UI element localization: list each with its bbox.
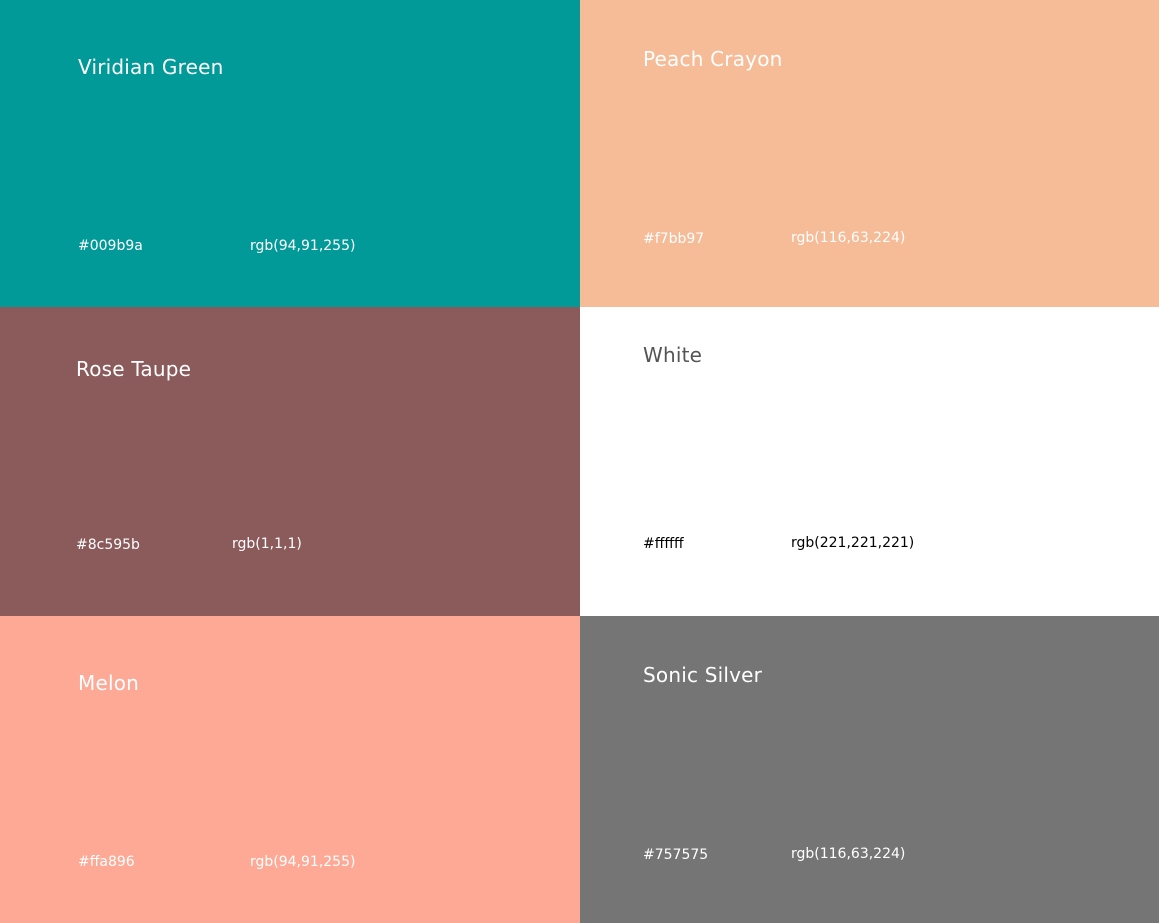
swatch-rgb: rgb(1,1,1) <box>232 536 302 552</box>
swatch-name: Viridian Green <box>78 55 224 79</box>
swatch-hex: #ffa896 <box>78 854 135 870</box>
swatch-name: Melon <box>78 671 140 695</box>
swatch-hex: #f7bb97 <box>643 231 705 247</box>
swatch-rgb: rgb(116,63,224) <box>791 846 906 862</box>
swatch-melon: Melon #ffa896 rgb(94,91,255) <box>0 616 580 923</box>
swatch-name: Rose Taupe <box>76 357 192 381</box>
swatch-peach-crayon: Peach Crayon #f7bb97 rgb(116,63,224) <box>580 0 1159 307</box>
swatch-rgb: rgb(94,91,255) <box>250 238 356 254</box>
swatch-rose-taupe: Rose Taupe #8c595b rgb(1,1,1) <box>0 307 580 616</box>
swatch-sonic-silver: Sonic Silver #757575 rgb(116,63,224) <box>580 616 1159 923</box>
swatch-viridian-green: Viridian Green #009b9a rgb(94,91,255) <box>0 0 580 307</box>
swatch-rgb: rgb(221,221,221) <box>791 535 915 551</box>
swatch-hex: #009b9a <box>78 238 143 254</box>
swatch-hex: #ffffff <box>643 536 684 552</box>
color-palette-grid: Viridian Green #009b9a rgb(94,91,255) Pe… <box>0 0 1159 923</box>
swatch-name: Peach Crayon <box>643 47 783 71</box>
swatch-name: Sonic Silver <box>643 663 763 687</box>
swatch-rgb: rgb(116,63,224) <box>791 230 906 246</box>
swatch-hex: #8c595b <box>76 537 140 553</box>
swatch-rgb: rgb(94,91,255) <box>250 854 356 870</box>
swatch-name: White <box>643 343 703 367</box>
swatch-white: White #ffffff rgb(221,221,221) <box>580 307 1159 616</box>
swatch-hex: #757575 <box>643 847 709 863</box>
